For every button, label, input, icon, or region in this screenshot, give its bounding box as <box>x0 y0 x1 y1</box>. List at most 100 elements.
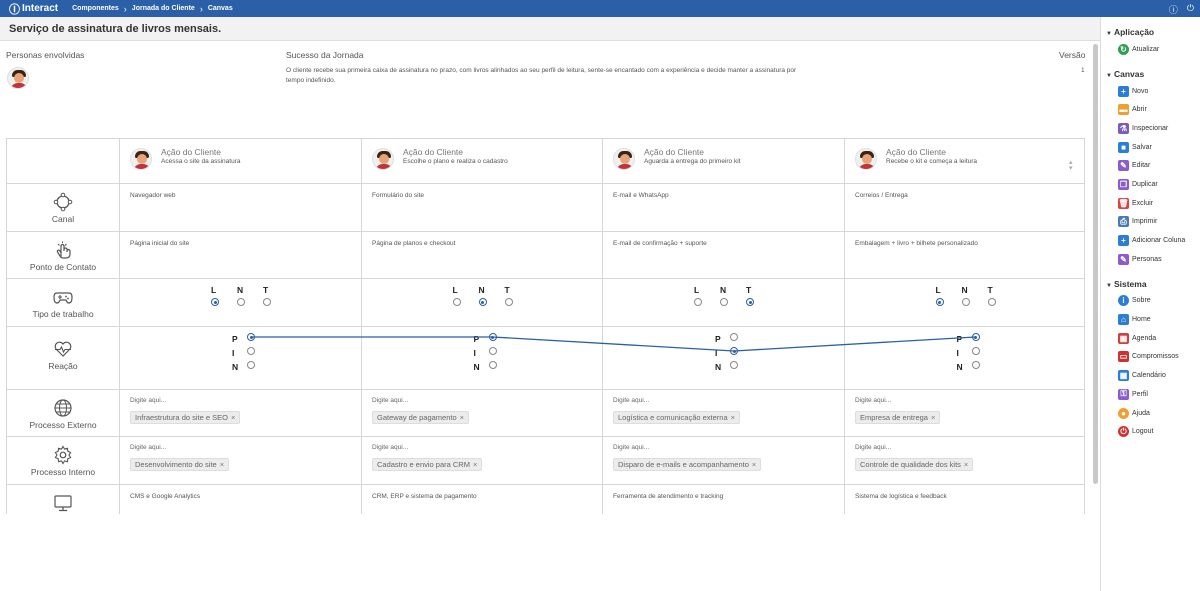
close-icon[interactable]: × <box>964 460 968 469</box>
sidebar-item-salvar[interactable]: ■ Salvar <box>1101 138 1200 157</box>
externo-input[interactable]: Digite aqui... <box>613 397 649 404</box>
sidebar-item-abrir[interactable]: ▬ Abrir <box>1101 100 1200 119</box>
sidebar-item-personas[interactable]: ✎ Personas <box>1101 250 1200 269</box>
canal-cell[interactable]: Correios / Entrega <box>845 184 1084 231</box>
sidebar-item-compromissos[interactable]: ▭ Compromissos <box>1101 348 1200 367</box>
work-type-radio-t[interactable] <box>746 298 754 306</box>
tag-label: Cadastro e envio para CRM <box>377 460 470 469</box>
work-type-radio-l[interactable] <box>935 298 944 306</box>
ponto-cell[interactable]: Embalagem + livro + bilhete personalizad… <box>845 232 1084 278</box>
reaction-cell: PIN <box>362 327 603 389</box>
action-cell[interactable]: Ação do Cliente Escolhe o plano e realiz… <box>362 139 603 183</box>
interno-cell: Digite aqui... Desenvolvimento do site × <box>120 437 362 484</box>
reaction-letter: N <box>473 362 480 372</box>
sistema-cell[interactable]: CRM, ERP e sistema de pagamento <box>362 485 603 514</box>
sistema-cell[interactable]: CMS e Google Analytics <box>120 485 362 514</box>
success-text: O cliente recebe sua primeira caixa de a… <box>286 67 797 84</box>
interno-input[interactable]: Digite aqui... <box>130 444 166 451</box>
ponto-cell[interactable]: Página inicial do site <box>120 232 362 278</box>
sidebar-item-atualizar[interactable]: ↻ Atualizar <box>1101 40 1200 59</box>
action-cell[interactable]: Ação do Cliente Recebe o kit e começa a … <box>845 139 1084 183</box>
sistema-cell[interactable]: Ferramenta de atendimento e tracking <box>603 485 845 514</box>
interno-input[interactable]: Digite aqui... <box>613 444 649 451</box>
work-type-radio-t[interactable] <box>504 298 513 306</box>
action-cell[interactable]: Ação do Cliente Acessa o site da assinat… <box>120 139 362 183</box>
sidebar-section-title[interactable]: ▼ Canvas <box>1106 69 1200 79</box>
sidebar-item-adicionar-coluna[interactable]: + Adicionar Coluna <box>1101 231 1200 250</box>
sidebar-item-sobre[interactable]: i Sobre <box>1101 292 1200 311</box>
flask-icon: ⚗ <box>1118 122 1129 134</box>
triangle-down-icon: ▼ <box>1106 72 1112 79</box>
work-type-cell: LNT <box>120 279 362 326</box>
close-icon[interactable]: × <box>752 460 756 469</box>
reaction-radio-i[interactable] <box>971 347 980 355</box>
sidebar-item-duplicar[interactable]: ❐ Duplicar <box>1101 175 1200 194</box>
sidebar-section-title[interactable]: ▼ Aplicação <box>1106 27 1200 37</box>
action-subtitle: Recebe o kit e começa a leitura <box>886 158 978 165</box>
reaction-radio-i[interactable] <box>488 347 497 355</box>
ponto-cell[interactable]: E-mail de confirmação + suporte <box>603 232 845 278</box>
sidebar-item-logout[interactable]: ⏻ Logout <box>1101 422 1200 441</box>
sidebar-item-calendário[interactable]: ▦ Calendário <box>1101 366 1200 385</box>
reaction-radio-p[interactable] <box>730 333 738 341</box>
sidebar-item-agenda[interactable]: ▦ Agenda <box>1101 329 1200 348</box>
breadcrumb-componentes[interactable]: Componentes <box>72 5 119 12</box>
ponto-cell[interactable]: Página de planos e checkout <box>362 232 603 278</box>
persona-avatar[interactable] <box>7 67 29 94</box>
close-icon[interactable]: × <box>231 413 235 422</box>
interno-input[interactable]: Digite aqui... <box>855 444 891 451</box>
work-type-radio-t[interactable] <box>987 298 996 306</box>
work-type-radio-n[interactable] <box>961 298 970 306</box>
externo-input[interactable]: Digite aqui... <box>372 397 408 404</box>
canal-cell[interactable]: E-mail e WhatsApp <box>603 184 845 231</box>
close-icon[interactable]: × <box>731 413 735 422</box>
sidebar-item-perfil[interactable]: ⚿ Perfil <box>1101 385 1200 404</box>
reaction-radio-n[interactable] <box>247 361 255 369</box>
app-logo[interactable]: Ⓘ Interact <box>9 1 58 17</box>
breadcrumb-jornada[interactable]: Jornada do Cliente <box>132 5 195 12</box>
reaction-radio-i[interactable] <box>730 347 738 355</box>
sidebar-item-imprimir[interactable]: ⎙ Imprimir <box>1101 213 1200 232</box>
close-icon[interactable]: × <box>931 413 935 422</box>
sidebar-section-title[interactable]: ▼ Sistema <box>1106 279 1200 289</box>
sidebar-item-ajuda[interactable]: ● Ajuda <box>1101 404 1200 423</box>
interno-input[interactable]: Digite aqui... <box>372 444 408 451</box>
monitor-icon <box>54 495 72 512</box>
reaction-radio-n[interactable] <box>971 361 980 369</box>
reaction-radio-i[interactable] <box>247 347 255 355</box>
reaction-radio-p[interactable] <box>971 333 980 341</box>
close-icon[interactable]: × <box>220 460 224 469</box>
info-icon[interactable]: ⓘ <box>1169 3 1178 16</box>
externo-input[interactable]: Digite aqui... <box>855 397 891 404</box>
action-cell[interactable]: Ação do Cliente Aguarda a entrega do pri… <box>603 139 845 183</box>
sidebar-item-excluir[interactable]: 🗑 Excluir <box>1101 194 1200 213</box>
reaction-letter: I <box>715 348 718 358</box>
sistema-cell[interactable]: Sistema de logística e feedback <box>845 485 1084 514</box>
work-type-radio-n[interactable] <box>478 298 487 306</box>
interno-tag: Disparo de e-mails e acompanhamento × <box>613 458 762 471</box>
work-type-radio-l[interactable] <box>211 298 219 306</box>
close-icon[interactable]: × <box>473 460 477 469</box>
work-type-radio-n[interactable] <box>720 298 728 306</box>
work-type-radio-l[interactable] <box>452 298 461 306</box>
sidebar-item-home[interactable]: ⌂ Home <box>1101 310 1200 329</box>
reaction-radio-p[interactable] <box>247 333 255 341</box>
externo-input[interactable]: Digite aqui... <box>130 397 166 404</box>
sidebar-item-inspecionar[interactable]: ⚗ Inspecionar <box>1101 119 1200 138</box>
work-type-radio-l[interactable] <box>694 298 702 306</box>
sidebar-item-novo[interactable]: + Novo <box>1101 82 1200 101</box>
vertical-scrollbar[interactable] <box>1093 44 1098 484</box>
breadcrumb-canvas[interactable]: Canvas <box>208 5 233 12</box>
column-scroll-arrows[interactable]: ▴ ▾ <box>1069 159 1073 172</box>
reaction-radio-n[interactable] <box>488 361 497 369</box>
power-icon[interactable]: ⏻ <box>1187 3 1194 16</box>
work-type-radio-t[interactable] <box>263 298 271 306</box>
tipo-label-cell: Tipo de trabalho <box>7 279 120 326</box>
sidebar-item-editar[interactable]: ✎ Editar <box>1101 156 1200 175</box>
canal-cell[interactable]: Navegador web <box>120 184 362 231</box>
reaction-radio-n[interactable] <box>730 361 738 369</box>
canal-cell[interactable]: Formulário do site <box>362 184 603 231</box>
reaction-radio-p[interactable] <box>488 333 497 341</box>
close-icon[interactable]: × <box>460 413 464 422</box>
work-type-radio-n[interactable] <box>237 298 245 306</box>
